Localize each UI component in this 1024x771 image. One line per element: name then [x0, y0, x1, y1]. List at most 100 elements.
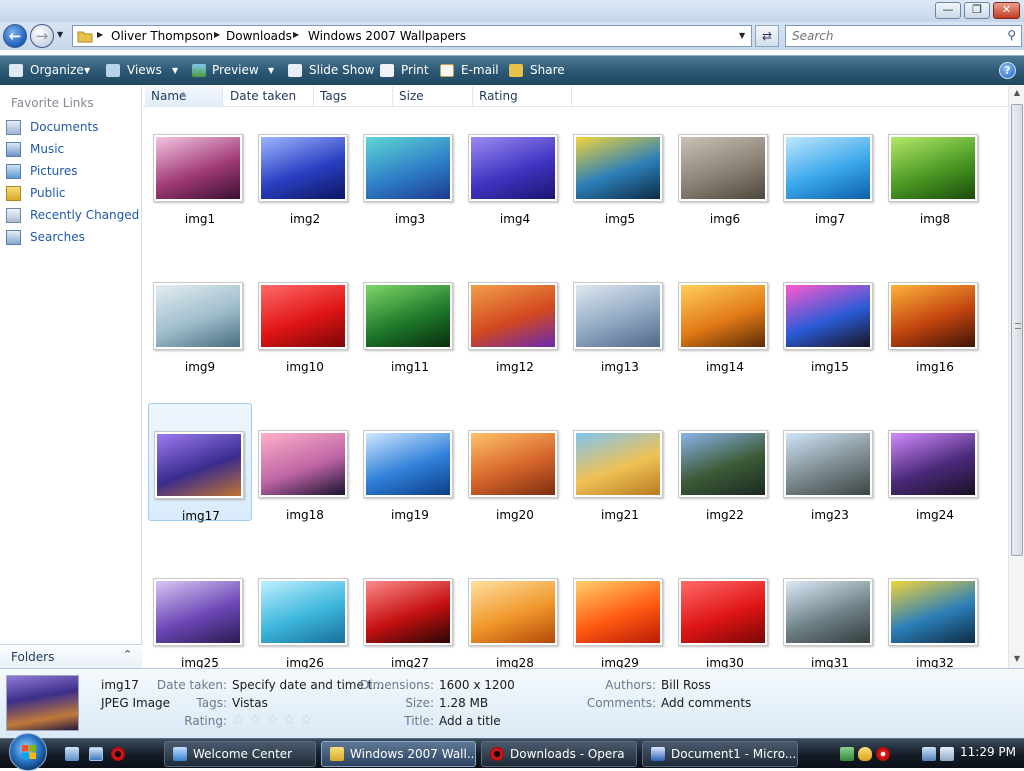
- file-tile[interactable]: img29: [568, 551, 672, 668]
- file-tile[interactable]: img17: [148, 403, 252, 523]
- breadcrumb-oliver-thompson[interactable]: Oliver Thompson: [111, 29, 213, 43]
- file-tile[interactable]: img11: [358, 255, 462, 374]
- start-button[interactable]: [9, 733, 47, 771]
- rating-star-icon[interactable]: ☆: [283, 712, 296, 728]
- breadcrumb-separator-icon[interactable]: ▶: [97, 30, 103, 39]
- rating-star-icon[interactable]: ☆: [266, 712, 279, 728]
- detail-comments-value[interactable]: Add comments: [661, 696, 751, 710]
- nav-item-documents[interactable]: Documents: [6, 119, 140, 137]
- rating-star-icon[interactable]: ☆: [300, 712, 313, 728]
- detail-authors-value[interactable]: Bill Ross: [661, 678, 711, 692]
- file-tile[interactable]: img8: [883, 107, 987, 226]
- forward-button[interactable]: →: [30, 24, 54, 48]
- search-box[interactable]: ⚲: [785, 25, 1022, 47]
- file-tile[interactable]: img28: [463, 551, 567, 668]
- taskbar-button-document1-word[interactable]: Document1 - Micro...: [642, 741, 798, 767]
- slideshow-button[interactable]: Slide Show: [309, 63, 374, 77]
- nav-item-pictures[interactable]: Pictures: [6, 163, 140, 181]
- folders-toggle[interactable]: Folders ⌃: [0, 644, 142, 668]
- chevron-up-icon[interactable]: ⌃: [123, 648, 132, 661]
- file-tile[interactable]: img7: [778, 107, 882, 226]
- file-tile[interactable]: img3: [358, 107, 462, 226]
- preview-button[interactable]: Preview: [212, 63, 259, 77]
- file-tile[interactable]: img10: [253, 255, 357, 374]
- address-bar[interactable]: ▶ Oliver Thompson ▶ Downloads ▶ Windows …: [72, 25, 752, 47]
- minimize-button[interactable]: —: [935, 2, 961, 19]
- file-tile[interactable]: img30: [673, 551, 777, 668]
- file-tile[interactable]: img22: [673, 403, 777, 522]
- file-tile[interactable]: img26: [253, 551, 357, 668]
- detail-title-value[interactable]: Add a title: [439, 714, 501, 728]
- taskbar-button-windows-2007-wallpapers[interactable]: Windows 2007 Wall...: [321, 741, 476, 767]
- refresh-button[interactable]: ⇄: [755, 25, 779, 47]
- file-tile[interactable]: img31: [778, 551, 882, 668]
- file-tile[interactable]: img21: [568, 403, 672, 522]
- alert-icon[interactable]: [876, 747, 890, 761]
- views-button[interactable]: Views: [127, 63, 162, 77]
- close-button[interactable]: ✕: [993, 2, 1020, 19]
- column-header-date-taken[interactable]: Date taken: [224, 86, 314, 107]
- file-tile[interactable]: img18: [253, 403, 357, 522]
- print-button[interactable]: Print: [401, 63, 429, 77]
- show-desktop-icon[interactable]: [65, 747, 79, 761]
- column-header-name[interactable]: Name ▲: [145, 86, 223, 107]
- volume-muted-icon[interactable]: [940, 747, 954, 761]
- rating-star-icon[interactable]: ☆: [232, 712, 245, 728]
- recent-pages-dropdown-icon[interactable]: ▼: [57, 30, 67, 42]
- breadcrumb-separator-icon[interactable]: ▶: [293, 30, 299, 39]
- taskbar-button-welcome-center[interactable]: Welcome Center: [164, 741, 316, 767]
- organize-dropdown-icon[interactable]: ▼: [84, 66, 90, 75]
- scroll-up-icon[interactable]: ▲: [1009, 88, 1024, 97]
- vertical-scrollbar[interactable]: ▲ ▼: [1008, 86, 1024, 668]
- network-icon[interactable]: [922, 747, 936, 761]
- file-tile[interactable]: img2: [253, 107, 357, 226]
- scrollbar-thumb[interactable]: [1011, 104, 1023, 556]
- file-tile[interactable]: img12: [463, 255, 567, 374]
- file-tile[interactable]: img20: [463, 403, 567, 522]
- rating-stars[interactable]: ☆ ☆ ☆ ☆ ☆: [232, 712, 322, 730]
- nav-item-music[interactable]: Music: [6, 141, 140, 159]
- breadcrumb-downloads[interactable]: Downloads: [226, 29, 292, 43]
- file-tile[interactable]: img14: [673, 255, 777, 374]
- views-dropdown-icon[interactable]: ▼: [172, 66, 178, 75]
- switch-windows-icon[interactable]: [89, 747, 103, 761]
- file-tile[interactable]: img15: [778, 255, 882, 374]
- file-tile[interactable]: img27: [358, 551, 462, 668]
- file-tile[interactable]: img9: [148, 255, 252, 374]
- rating-star-icon[interactable]: ☆: [249, 712, 262, 728]
- opera-icon[interactable]: [111, 747, 125, 761]
- search-icon[interactable]: ⚲: [1007, 28, 1016, 42]
- file-tile[interactable]: img1: [148, 107, 252, 226]
- taskbar-button-downloads-opera[interactable]: Downloads - Opera: [481, 741, 637, 767]
- file-tile[interactable]: img5: [568, 107, 672, 226]
- file-tile[interactable]: img16: [883, 255, 987, 374]
- detail-tags-value[interactable]: Vistas: [232, 696, 268, 710]
- organize-button[interactable]: Organize: [30, 63, 84, 77]
- search-input[interactable]: [790, 28, 995, 44]
- email-button[interactable]: E-mail: [461, 63, 499, 77]
- preview-dropdown-icon[interactable]: ▼: [268, 66, 274, 75]
- share-button[interactable]: Share: [530, 63, 565, 77]
- breadcrumb-windows-2007-wallpapers[interactable]: Windows 2007 Wallpapers: [308, 29, 466, 43]
- nav-item-public[interactable]: Public: [6, 185, 140, 203]
- column-header-size[interactable]: Size: [393, 86, 473, 107]
- nav-item-searches[interactable]: Searches: [6, 229, 140, 247]
- breadcrumb-separator-icon[interactable]: ▶: [214, 30, 220, 39]
- security-shield-icon[interactable]: [858, 747, 872, 761]
- file-tile[interactable]: img24: [883, 403, 987, 522]
- clock[interactable]: 11:29 PM: [960, 745, 1016, 759]
- file-tile[interactable]: img19: [358, 403, 462, 522]
- scroll-down-icon[interactable]: ▼: [1009, 654, 1024, 663]
- file-tile[interactable]: img25: [148, 551, 252, 668]
- column-header-tags[interactable]: Tags: [314, 86, 393, 107]
- file-tile[interactable]: img6: [673, 107, 777, 226]
- file-tile[interactable]: img13: [568, 255, 672, 374]
- file-tile[interactable]: img23: [778, 403, 882, 522]
- column-header-rating[interactable]: Rating: [473, 86, 572, 107]
- nav-item-recently-changed[interactable]: Recently Changed: [6, 207, 140, 225]
- address-dropdown-icon[interactable]: ▼: [739, 31, 745, 40]
- help-button[interactable]: ?: [999, 62, 1016, 79]
- sidebar-icon[interactable]: [840, 747, 854, 761]
- maximize-button[interactable]: ❐: [964, 2, 990, 19]
- file-tile[interactable]: img32: [883, 551, 987, 668]
